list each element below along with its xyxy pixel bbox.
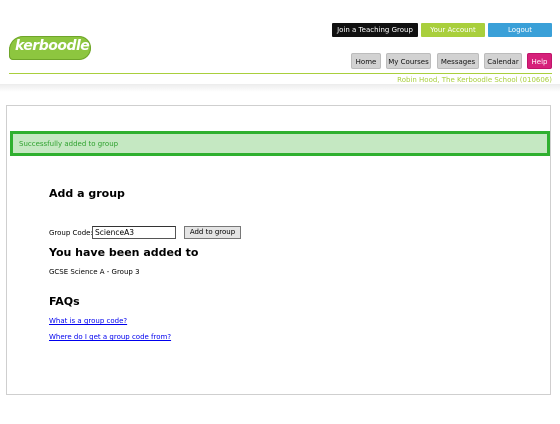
add-group-heading: Add a group xyxy=(49,187,125,200)
add-to-group-button[interactable]: Add to group xyxy=(184,226,241,239)
faq-link-where-get-group-code[interactable]: Where do I get a group code from? xyxy=(49,333,171,341)
nav-calendar-button[interactable]: Calendar xyxy=(484,53,522,69)
logo-text: kerboodle xyxy=(15,38,90,54)
faq-link-what-is-group-code[interactable]: What is a group code? xyxy=(49,317,127,325)
join-teaching-group-button[interactable]: Join a Teaching Group xyxy=(332,23,418,37)
your-account-button[interactable]: Your Account xyxy=(421,23,485,37)
nav-help-button[interactable]: Help xyxy=(527,53,552,69)
group-code-input[interactable]: ScienceA3 xyxy=(92,226,176,239)
added-heading: You have been added to xyxy=(49,246,199,259)
added-group-name: GCSE Science A - Group 3 xyxy=(49,268,140,276)
logout-button[interactable]: Logout xyxy=(488,23,552,37)
success-message: Successfully added to group xyxy=(10,131,550,156)
header-shadow xyxy=(0,84,560,92)
group-code-label: Group Code: xyxy=(49,229,93,237)
success-message-text: Successfully added to group xyxy=(19,140,119,148)
header-divider xyxy=(9,73,552,74)
nav-home-button[interactable]: Home xyxy=(351,53,381,69)
kerboodle-logo[interactable]: kerboodle xyxy=(9,36,91,60)
faqs-heading: FAQs xyxy=(49,295,80,308)
nav-messages-button[interactable]: Messages xyxy=(437,53,479,69)
nav-my-courses-button[interactable]: My Courses xyxy=(386,53,431,69)
user-info: Robin Hood, The Kerboodle School (010606… xyxy=(397,76,552,84)
